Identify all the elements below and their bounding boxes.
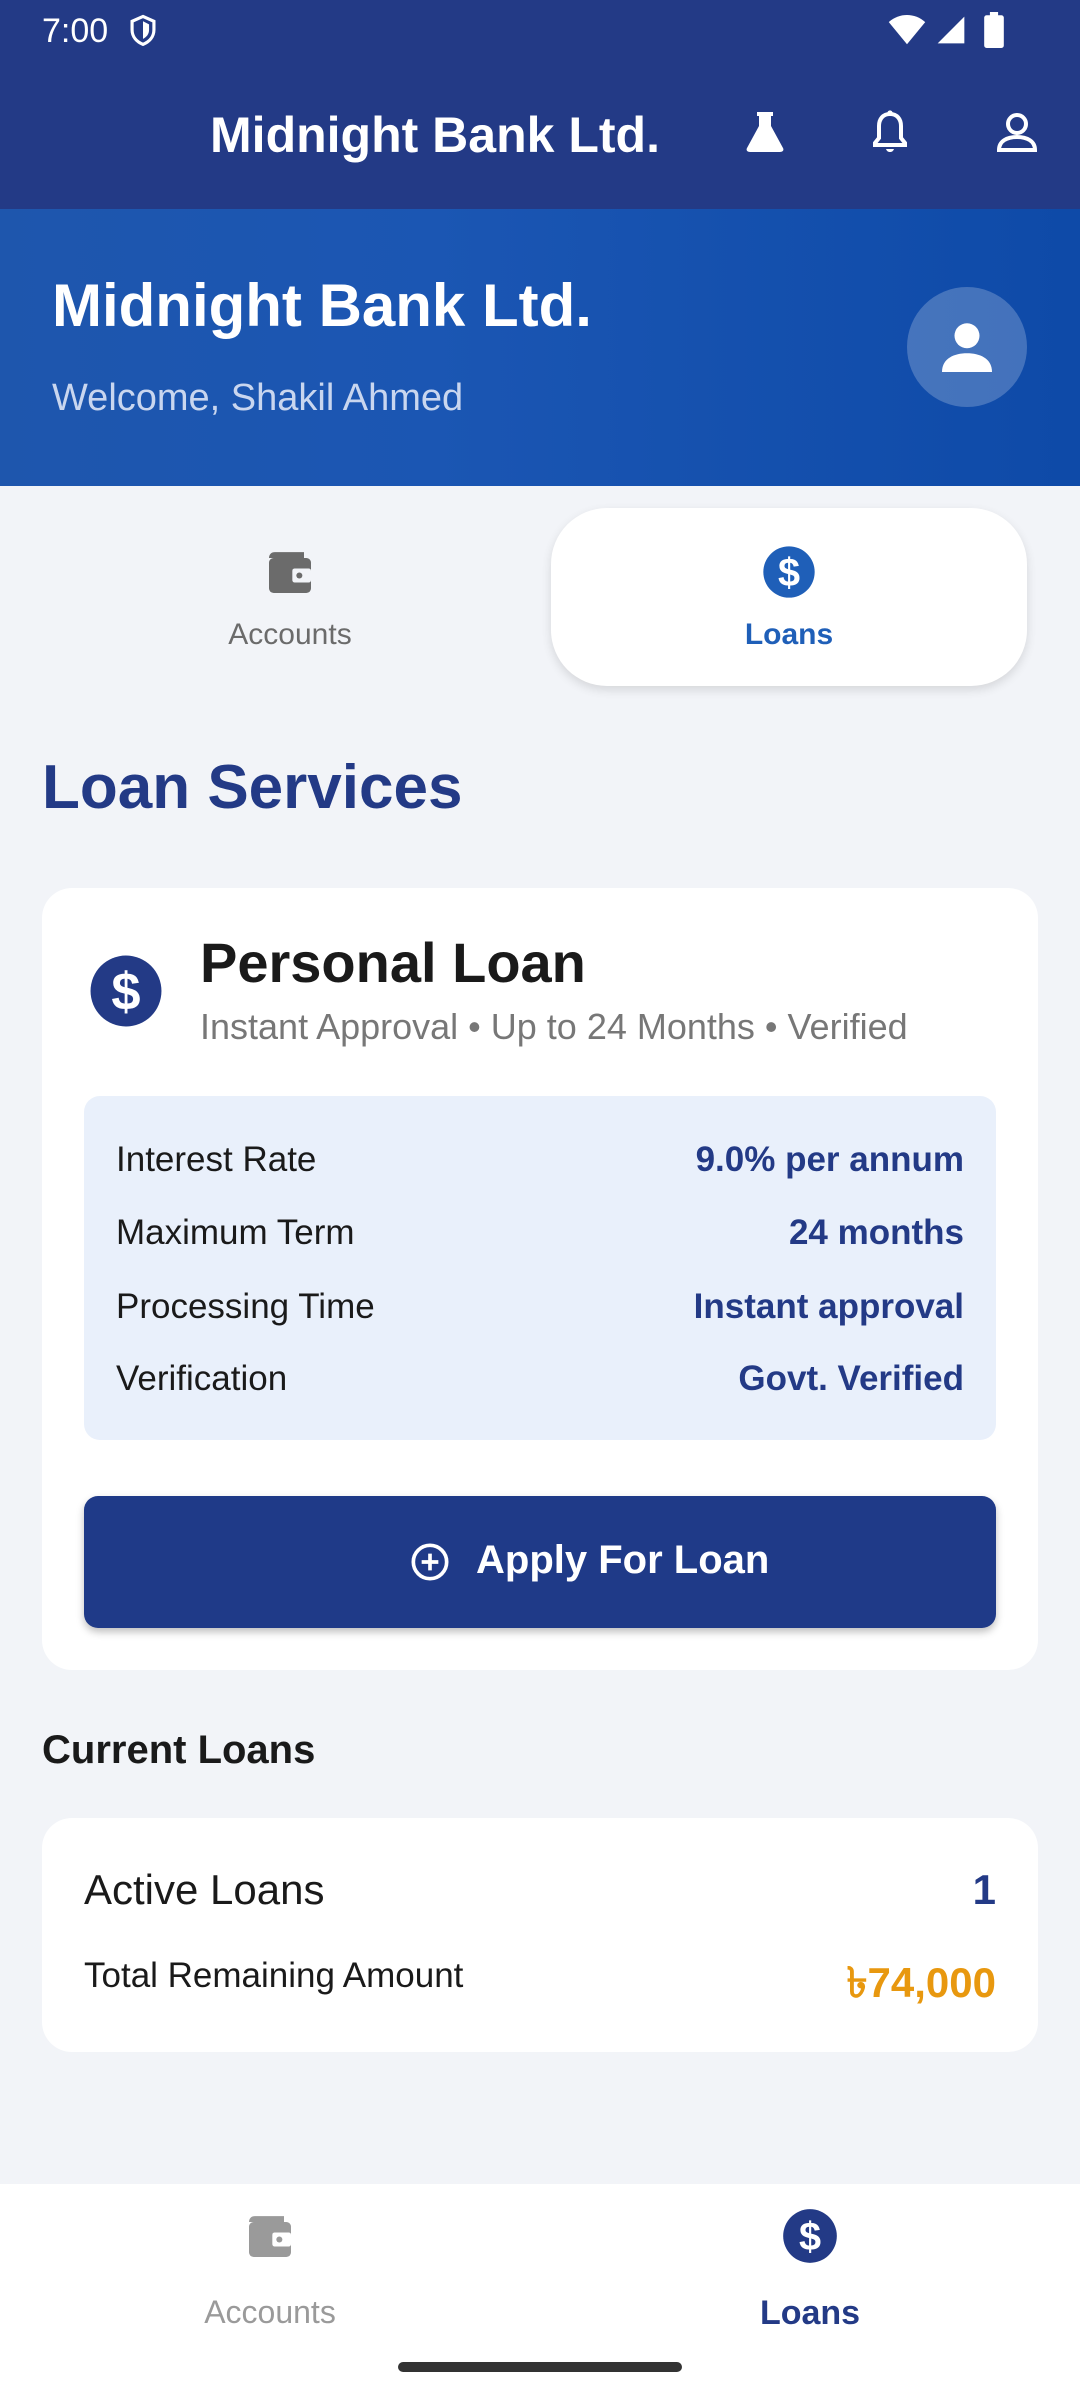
current-loans-title: Current Loans	[42, 1728, 316, 1772]
flask-icon[interactable]	[741, 108, 789, 156]
signal-icon	[937, 16, 965, 44]
remaining-amount-label: Total Remaining Amount	[84, 1956, 464, 1995]
profile-icon[interactable]	[993, 108, 1041, 156]
loan-product-card: $ Personal Loan Instant Approval • Up to…	[42, 888, 1038, 1670]
detail-value: Instant approval	[693, 1287, 964, 1326]
loan-subtitle: Instant Approval • Up to 24 Months • Ver…	[200, 1006, 908, 1047]
remaining-amount-value: ৳74,000	[846, 1959, 996, 2006]
detail-row: Interest Rate 9.0% per annum	[116, 1140, 964, 1188]
nav-accounts-label: Accounts	[204, 2294, 336, 2330]
detail-key: Verification	[116, 1359, 288, 1398]
app-header: 7:00 Midnight Bank Ltd.	[0, 0, 1080, 209]
nav-loans-label: Loans	[759, 2294, 861, 2332]
add-circle-icon	[411, 1543, 449, 1581]
wallet-icon	[269, 552, 311, 593]
loan-details: Interest Rate 9.0% per annum Maximum Ter…	[84, 1096, 996, 1440]
detail-row: Processing Time Instant approval	[116, 1287, 964, 1335]
apply-for-loan-button[interactable]: Apply For Loan	[84, 1496, 996, 1628]
detail-value: 9.0% per annum	[695, 1140, 964, 1179]
battery-icon	[984, 12, 1004, 48]
apply-button-label: Apply For Loan	[476, 1538, 770, 1582]
svg-text:$: $	[799, 2215, 821, 2259]
shield-icon	[130, 14, 156, 47]
status-bar: 7:00	[0, 0, 1080, 62]
avatar[interactable]	[907, 287, 1027, 407]
svg-text:$: $	[778, 551, 800, 595]
loan-title: Personal Loan	[200, 931, 586, 994]
detail-row: Maximum Term 24 months	[116, 1213, 964, 1261]
detail-key: Interest Rate	[116, 1140, 317, 1179]
bell-icon[interactable]	[866, 108, 914, 156]
app-title: Midnight Bank Ltd.	[210, 107, 660, 163]
detail-row: Verification Govt. Verified	[116, 1359, 964, 1407]
dollar-circle-icon: $	[783, 2209, 837, 2263]
svg-text:$: $	[111, 964, 140, 1022]
person-icon	[942, 323, 992, 372]
current-loans-card: Active Loans 1 Total Remaining Amount ৳7…	[42, 1818, 1038, 2052]
welcome-banner: Midnight Bank Ltd. Welcome, Shakil Ahmed	[0, 209, 1080, 486]
page-title: Loan Services	[42, 753, 463, 822]
detail-value: 24 months	[788, 1213, 964, 1252]
bank-name: Midnight Bank Ltd.	[52, 272, 592, 339]
wallet-icon	[249, 2216, 291, 2257]
welcome-text: Welcome, Shakil Ahmed	[52, 377, 464, 419]
tab-accounts-label: Accounts	[228, 618, 352, 651]
active-loans-count: 1	[972, 1866, 996, 1913]
tab-loans[interactable]: $ Loans	[551, 508, 1027, 686]
status-time: 7:00	[42, 12, 109, 50]
active-loans-label: Active Loans	[84, 1866, 325, 1913]
detail-key: Processing Time	[116, 1287, 375, 1326]
detail-key: Maximum Term	[116, 1213, 355, 1252]
screen: 7:00 Midnight Bank Ltd. Midnight Bank Lt…	[0, 0, 1080, 2400]
wifi-icon	[888, 14, 926, 45]
dollar-circle-icon: $	[763, 546, 815, 598]
tab-loans-label: Loans	[744, 618, 834, 651]
tab-accounts[interactable]: Accounts	[56, 508, 524, 686]
detail-value: Govt. Verified	[738, 1359, 964, 1398]
home-indicator[interactable]	[398, 2362, 682, 2372]
section-tabs: Accounts $ Loans	[0, 486, 1080, 712]
dollar-circle-icon: $	[90, 955, 162, 1027]
